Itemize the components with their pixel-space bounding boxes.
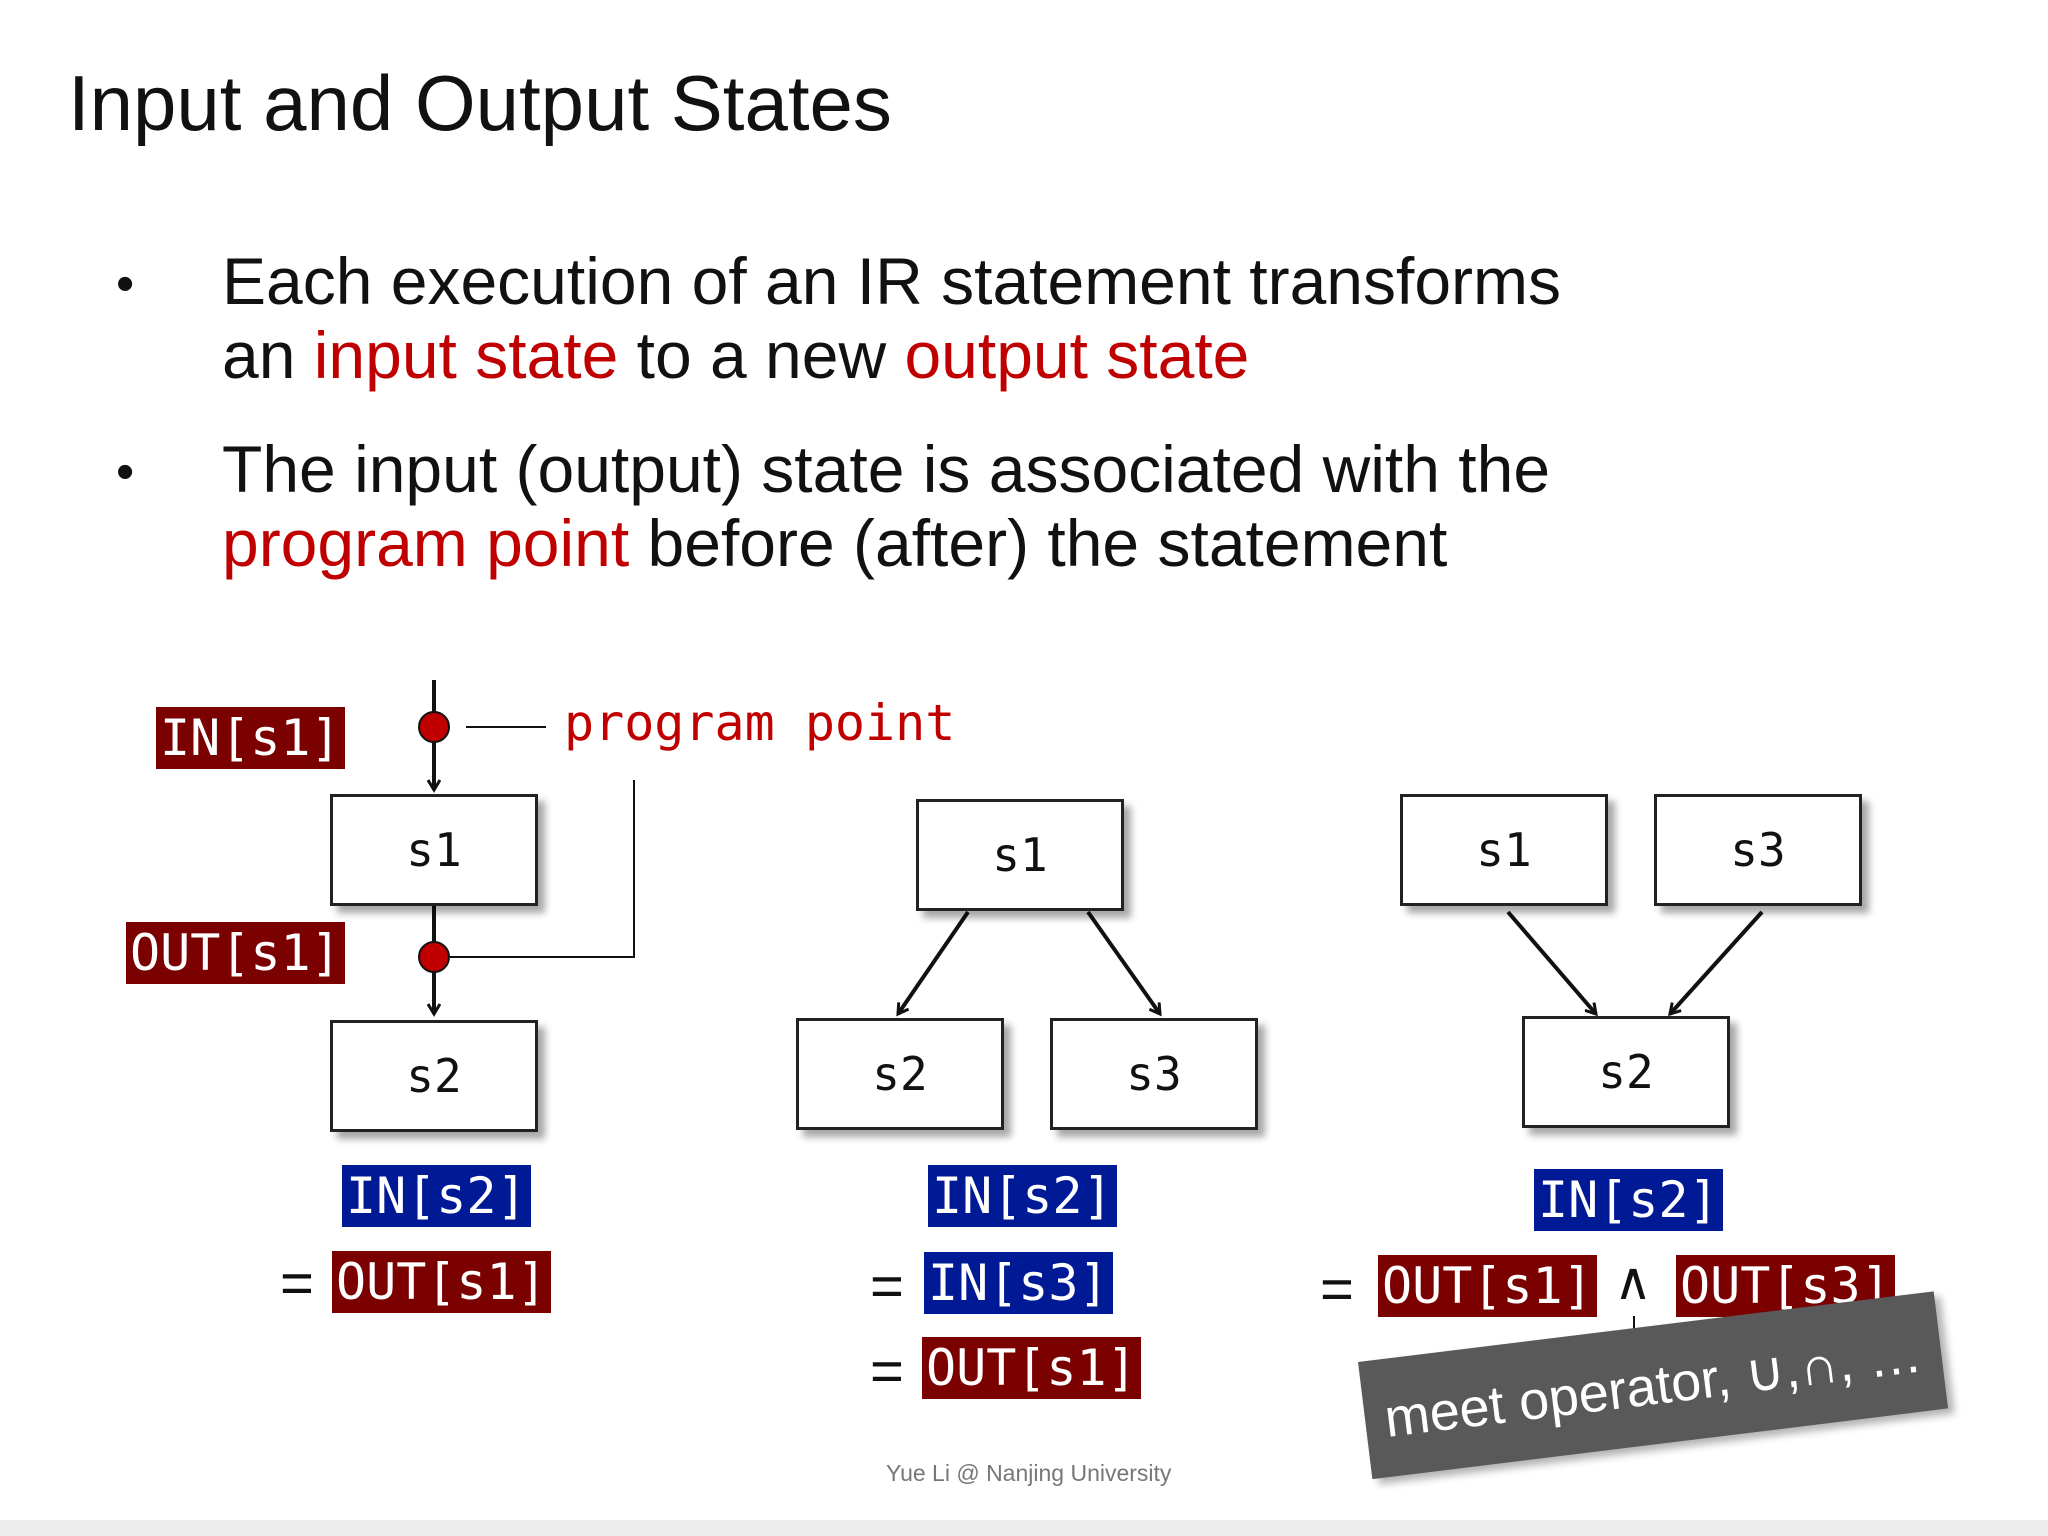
program-point-out-s1 <box>418 941 450 973</box>
equals-sign: = <box>280 1251 314 1316</box>
right-edge-s1-s2 <box>1506 910 1596 1014</box>
equals-sign: = <box>1320 1257 1354 1322</box>
out-s1-label: OUT[s1] <box>1378 1255 1597 1317</box>
statement-box-s1: s1 <box>916 799 1124 911</box>
statement-box-s3: s3 <box>1050 1018 1258 1130</box>
bottom-strip <box>0 1520 2048 1536</box>
equals-sign: = <box>870 1339 904 1404</box>
slide: Input and Output States • Each execution… <box>0 0 2048 1536</box>
statement-box-s2: s2 <box>330 1020 538 1132</box>
footer-credit: Yue Li @ Nanjing University <box>886 1460 1172 1486</box>
statement-box-s2: s2 <box>1522 1016 1730 1128</box>
in-s1-label: IN[s1] <box>156 707 345 769</box>
statement-box-s3: s3 <box>1654 794 1862 906</box>
statement-box-s1: s1 <box>330 794 538 906</box>
program-point-in-s1 <box>418 711 450 743</box>
in-s3-label: IN[s3] <box>924 1252 1113 1314</box>
in-s2-label: IN[s2] <box>928 1165 1117 1227</box>
out-s1-label: OUT[s1] <box>126 922 345 984</box>
in-s2-label: IN[s2] <box>1534 1169 1723 1231</box>
equals-sign: = <box>870 1254 904 1319</box>
middle-edge-s1-s3 <box>1086 910 1160 1014</box>
statement-box-s1: s1 <box>1400 794 1608 906</box>
in-s2-label: IN[s2] <box>342 1165 531 1227</box>
statement-box-s2: s2 <box>796 1018 1004 1130</box>
out-s1-label: OUT[s1] <box>332 1251 551 1313</box>
out-s1-label: OUT[s1] <box>922 1337 1141 1399</box>
program-point-label: program point <box>564 694 956 752</box>
right-edge-s3-s2 <box>1670 910 1764 1014</box>
middle-edge-s1-s2 <box>898 910 970 1014</box>
meet-operator-symbol: ∧ <box>1614 1252 1653 1312</box>
